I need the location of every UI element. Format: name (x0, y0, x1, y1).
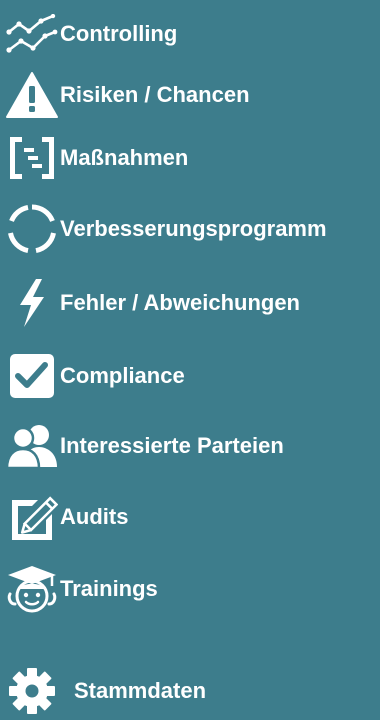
sidebar-item-compliance[interactable]: Compliance (0, 348, 372, 404)
sidebar-item-verbesserungsprogramm[interactable]: Verbesserungsprogramm (0, 201, 372, 257)
sidebar-item-label: Interessierte Parteien (60, 433, 284, 458)
sidebar-item-fehler-abweichungen[interactable]: Fehler / Abweichungen (0, 275, 372, 331)
sidebar-item-label: Fehler / Abweichungen (60, 290, 300, 315)
sidebar-item-stammdaten[interactable]: Stammdaten (0, 663, 372, 719)
graduate-student-icon (4, 561, 60, 617)
sidebar-item-risiken-chancen[interactable]: Risiken / Chancen (0, 67, 372, 123)
sidebar-item-label: Maßnahmen (60, 145, 189, 170)
sidebar-item-controlling[interactable]: Controlling (0, 6, 372, 62)
sidebar-item-label: Verbesserungsprogramm (60, 216, 327, 241)
gear-icon (4, 663, 60, 719)
sidebar-item-interessierte-parteien[interactable]: Interessierte Parteien (0, 418, 372, 474)
sidebar-item-trainings[interactable]: Trainings (0, 561, 372, 617)
sidebar-item-label: Risiken / Chancen (60, 82, 250, 107)
sidebar-nav: Controlling Risiken / Chancen Maßnahmen … (0, 0, 380, 720)
line-chart-icon (4, 6, 60, 62)
sidebar-item-label: Controlling (60, 21, 178, 46)
tasks-bracket-icon (4, 130, 60, 186)
lightning-bolt-icon (4, 275, 60, 331)
sidebar-item-audits[interactable]: Audits (0, 489, 372, 545)
sidebar-item-label: Compliance (60, 363, 185, 388)
warning-triangle-icon (4, 67, 60, 123)
users-icon (4, 418, 60, 474)
checkbox-checked-icon (4, 348, 60, 404)
sidebar-item-label: Stammdaten (74, 678, 207, 703)
edit-pencil-icon (4, 489, 60, 545)
sidebar-item-label: Trainings (60, 576, 158, 601)
sidebar-item-massnahmen[interactable]: Maßnahmen (0, 130, 372, 186)
sidebar-item-label: Audits (60, 504, 129, 529)
circle-notch-icon (4, 201, 60, 257)
